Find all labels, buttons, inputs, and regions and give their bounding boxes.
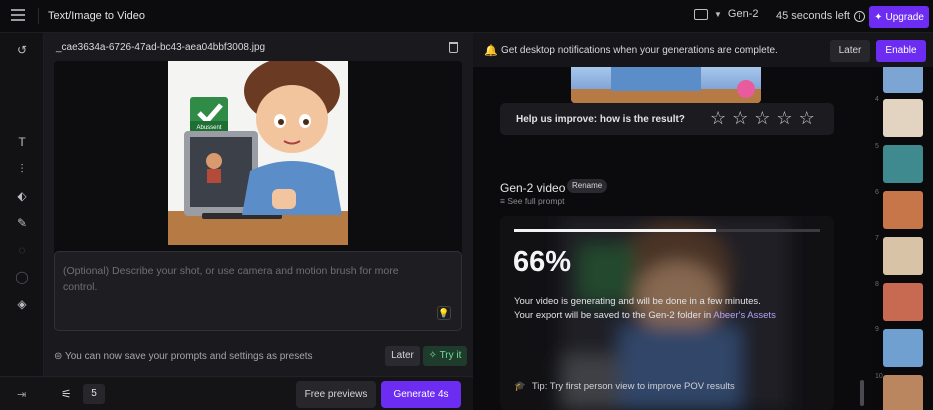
feedback-card: Help us improve: how is the result? ☆ ☆ … [500,103,834,135]
upgrade-label: Upgrade [885,11,924,23]
previous-result-thumbnail[interactable] [571,67,761,103]
feedback-question: Help us improve: how is the result? [516,114,685,125]
previous-result-image [571,67,761,103]
time-left-indicator: 45 seconds left i [776,10,865,22]
graduation-cap-icon: 🎓 [514,381,526,392]
input-panel: _cae3634a-6726-47ad-bc43-aea04bbf3008.jp… [0,33,473,410]
assets-link[interactable]: Abeer's Assets [713,310,776,321]
history-thumbnail[interactable] [883,375,923,410]
thumbnail-number: 9 [875,326,879,333]
generate-bar: ⇥ ⚟ 5 Free previews Generate 4s [0,376,473,410]
thumbnail-number: 5 [875,143,879,150]
history-thumbnail[interactable] [883,283,923,321]
uploaded-image-illustration: Abussent [54,61,462,245]
thumbnail-number: 8 [875,281,879,288]
see-full-prompt-label: See full prompt [507,196,565,206]
history-strip: 4 5 6 7 8 9 10 [873,33,933,410]
tip-text: 🎓 Tip: Try first person view to improve P… [514,381,735,392]
star-icon[interactable]: ☆ [776,108,792,129]
notification-banner: 🔔 Get desktop notifications when your ge… [473,33,933,67]
thumbnail-number: 4 [875,96,879,103]
progress-bar [514,229,820,232]
top-bar: Text/Image to Video ▼ Gen-2 45 seconds l… [0,0,933,33]
lightbulb-icon[interactable]: 💡 [437,306,451,320]
folder-selector[interactable]: ▼ Gen-2 [694,8,759,20]
collapse-icon[interactable]: ⇥ [17,388,26,401]
progress-fill [514,229,716,232]
prompt-input[interactable]: (Optional) Describe your shot, or use ca… [54,251,462,331]
prompt-placeholder: (Optional) Describe your shot, or use ca… [63,265,399,293]
free-previews-button[interactable]: Free previews [296,381,376,408]
undo-icon[interactable]: ↺ [15,43,29,57]
thumbnail-number: 6 [875,189,879,196]
star-icon[interactable]: ☆ [799,108,815,129]
history-thumbnail[interactable] [883,99,923,137]
star-rating[interactable]: ☆ ☆ ☆ ☆ ☆ [710,108,815,129]
text-icon[interactable]: T [15,135,29,149]
notification-later-button[interactable]: Later [830,40,870,62]
circle-icon[interactable]: ◌ [15,243,29,257]
results-panel: 🔔 Get desktop notifications when your ge… [473,33,933,410]
upgrade-button[interactable]: ✦ Upgrade [869,6,929,28]
ring-icon[interactable]: ◯ [15,270,29,284]
tip-label: Tip: Try first person view to improve PO… [531,381,735,392]
thumbnail-number: 7 [875,235,879,242]
bell-icon: 🔔 [484,45,498,57]
notification-text: Get desktop notifications when your gene… [501,45,778,56]
sparkle-icon: ✦ [874,11,883,23]
scrollbar[interactable] [860,380,864,406]
folder-icon [694,8,708,20]
camera-icon[interactable]: ⬖ [15,189,29,203]
menu-icon[interactable] [11,9,25,23]
image-badge-text: Abussent [196,125,221,131]
brush-icon[interactable]: ✎ [15,216,29,230]
generation-title: Gen-2 video [500,181,566,195]
preset-notice: ⊜ You can now save your prompts and sett… [54,346,467,366]
message-prefix: Your export will be saved to the Gen-2 f… [514,310,712,321]
generation-message-line2: Your export will be saved to the Gen-2 f… [514,309,776,323]
time-left-text: 45 seconds left [776,10,850,22]
chevron-down-icon: ▼ [714,9,722,19]
star-icon[interactable]: ☆ [710,108,726,129]
generating-video-card: 66% Your video is generating and will be… [500,216,834,410]
star-icon[interactable]: ☆ [754,108,770,129]
settings-sliders-icon[interactable]: ⚟ [61,387,72,401]
sparkle-icon: ✧ [428,350,440,361]
preset-try-button[interactable]: ✧ Try it [423,346,467,366]
layers-icon[interactable]: ◈ [15,297,29,311]
info-icon[interactable]: i [854,10,865,22]
preset-notice-text: ⊜ You can now save your prompts and sett… [54,351,313,362]
see-full-prompt-link[interactable]: ≡ See full prompt [500,196,565,206]
thumbnail-number: 10 [875,373,883,380]
history-thumbnail[interactable] [883,329,923,367]
trash-icon[interactable] [449,42,458,53]
history-thumbnail[interactable] [883,237,923,275]
uploaded-image: Abussent [54,61,462,275]
history-thumbnail[interactable] [883,145,923,183]
sliders-icon[interactable]: ⫶ [15,162,29,176]
preset-notice-label: You can now save your prompts and settin… [64,351,313,362]
generate-button[interactable]: Generate 4s [381,381,461,408]
generation-message-line1: Your video is generating and will be don… [514,296,761,307]
rename-button[interactable]: Rename [567,179,608,193]
progress-percent: 66% [513,246,572,278]
file-bar: _cae3634a-6726-47ad-bc43-aea04bbf3008.jp… [44,33,473,61]
try-label: Try it [439,350,462,361]
folder-name: Gen-2 [727,8,759,20]
notification-enable-button[interactable]: Enable [876,40,926,62]
history-thumbnail[interactable] [883,191,923,229]
preset-later-button[interactable]: Later [385,346,420,366]
tool-rail: ↺ T ⫶ ⬖ ✎ ◌ ◯ ◈ [0,33,44,410]
page-title: Text/Image to Video [48,10,146,22]
preset-icon: ⊜ [54,351,65,362]
star-icon[interactable]: ☆ [732,108,748,129]
file-name: _cae3634a-6726-47ad-bc43-aea04bbf3008.jp… [56,42,266,53]
divider [38,8,39,24]
generation-message: Your video is generating and will be don… [514,295,776,323]
count-field[interactable]: 5 [83,384,105,404]
